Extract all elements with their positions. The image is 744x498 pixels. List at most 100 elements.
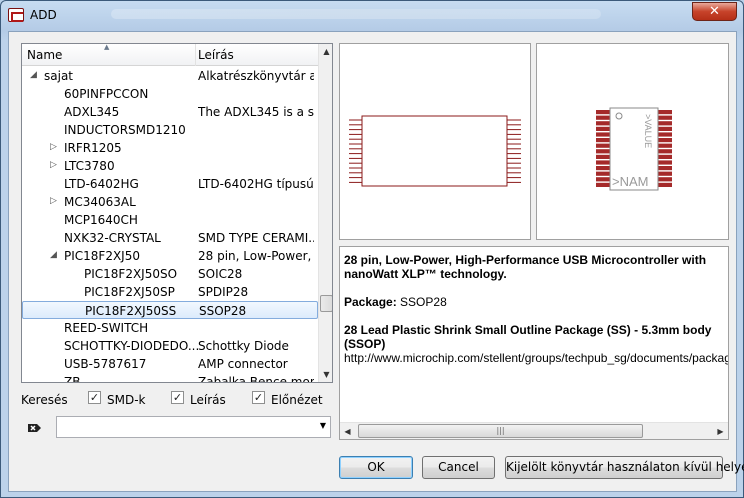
tree-row-name: LTC3780	[64, 159, 115, 173]
tree-row-name: 60PINFPCCON	[64, 87, 149, 101]
tree-row[interactable]: ▷ MC34063AL	[22, 193, 318, 211]
preview-label[interactable]: Előnézet	[271, 393, 323, 407]
symbol-pad-right	[658, 126, 672, 131]
window-title: ADD	[30, 8, 57, 22]
symbol-preview: >VALUE >NAM	[536, 43, 729, 240]
package-description-line1: 28 Lead Plastic Shrink Small Outline Pac…	[344, 323, 712, 337]
scroll-left-icon[interactable]: ◀	[340, 424, 355, 439]
description-horizontal-scrollbar[interactable]: ◀ ||| ▶	[340, 422, 728, 439]
tree-row-name: PIC18F2XJ50SS	[85, 304, 177, 318]
column-header-name[interactable]: Name	[27, 48, 62, 62]
dialog-window: ADD ✕ Name ▲ Leírás ◢ sajat Alkatrészkönyv…	[0, 0, 744, 498]
title-bar: ADD ✕	[1, 1, 743, 31]
smd-checkbox[interactable]: ✓	[88, 391, 101, 404]
tree-row-name: ZB...	[64, 375, 92, 383]
column-separator	[195, 44, 196, 66]
tree-row-description: SPDIP28	[198, 285, 249, 299]
tree-row[interactable]: NXK32-CRYSTAL SMD TYPE CERAMI...	[22, 229, 318, 247]
symbol-pad-right	[658, 171, 672, 176]
tree-row[interactable]: SCHOTTKY-DIODEDO... Schottky Diode	[22, 337, 318, 355]
tree-header: Name ▲ Leírás	[22, 44, 318, 66]
package-body	[361, 115, 508, 187]
expand-icon[interactable]: ▷	[50, 142, 57, 152]
tree-row[interactable]: ▷ IRFR1205	[22, 139, 318, 157]
tree-row-description: LTD-6402HG típusú ...	[198, 177, 314, 191]
symbol-pad-right	[658, 166, 672, 171]
symbol-pad-right	[658, 160, 672, 165]
symbol-pad-left	[596, 177, 610, 182]
expand-icon[interactable]: ▷	[50, 196, 57, 206]
symbol-pad-left	[596, 115, 610, 120]
tree-row-name: LTD-6402HG	[64, 177, 139, 191]
ok-button[interactable]: OK	[339, 456, 413, 479]
symbol-pad-right	[658, 138, 672, 143]
tree-row[interactable]: PIC18F2XJ50SS SSOP28	[22, 301, 318, 319]
collapse-icon[interactable]: ◢	[50, 250, 57, 260]
tree-row[interactable]: ADXL345 The ADXL345 is a s...	[22, 103, 318, 121]
symbol-pad-left	[596, 182, 610, 187]
symbol-pad-left	[596, 110, 610, 115]
scroll-right-icon[interactable]: ▶	[713, 424, 728, 439]
tree-row-name: MCP1640CH	[64, 213, 138, 227]
description-title-line1: 28 pin, Low-Power, High-Performance USB …	[344, 253, 707, 267]
tree-row[interactable]: USB-5787617 AMP connector	[22, 355, 318, 373]
deactivate-library-button[interactable]: Kijelölt könyvtár használaton kívül hely…	[505, 456, 744, 479]
close-button[interactable]: ✕	[692, 2, 737, 21]
tree-vertical-scrollbar[interactable]: ▲ ▼	[318, 44, 332, 382]
package-drawing	[349, 115, 521, 187]
tree-row-name: PIC18F2XJ50SO	[84, 267, 178, 281]
tree-row[interactable]: INDUCTORSMD1210	[22, 121, 318, 139]
tree-row-name: PIC18F2XJ50SP	[84, 285, 175, 299]
tree-row-name: IRFR1205	[64, 141, 122, 155]
tree-row[interactable]: LTD-6402HG LTD-6402HG típusú ...	[22, 175, 318, 193]
library-tree[interactable]: Name ▲ Leírás ◢ sajat Alkatrészkönyvtár a.…	[21, 43, 333, 383]
symbol-pad-right	[658, 177, 672, 182]
cancel-button[interactable]: Cancel	[422, 456, 495, 479]
symbol-pad-left	[596, 138, 610, 143]
chevron-down-icon[interactable]: ▼	[320, 421, 326, 430]
title-glass-blur	[111, 9, 601, 19]
symbol-pad-left	[596, 166, 610, 171]
tree-row-name: SCHOTTKY-DIODEDO...	[64, 339, 200, 353]
tree-row[interactable]: ▷ LTC3780	[22, 157, 318, 175]
scroll-up-icon[interactable]: ▲	[319, 44, 332, 59]
tree-row[interactable]: 60PINFPCCON	[22, 85, 318, 103]
search-label: Keresés	[21, 393, 68, 407]
tree-row-name: MC34063AL	[64, 195, 136, 209]
tree-row[interactable]: PIC18F2XJ50SO SOIC28	[22, 265, 318, 283]
horizontal-scroll-thumb[interactable]: |||	[358, 424, 643, 438]
description-title-line2: nanoWatt XLP™ technology.	[344, 267, 507, 281]
tree-row-description: SOIC28	[198, 267, 243, 281]
package-url[interactable]: http://www.microchip.com/stellent/groups…	[344, 351, 728, 365]
tree-row[interactable]: REED-SWITCH	[22, 319, 318, 337]
expand-icon[interactable]: ▷	[50, 160, 57, 170]
tree-row-description: AMP connector	[198, 357, 288, 371]
tree-row-name: USB-5787617	[64, 357, 147, 371]
symbol-pad-right	[658, 121, 672, 126]
scroll-thumb[interactable]	[320, 295, 332, 312]
search-combobox[interactable]: ▼	[56, 416, 331, 438]
tree-row-description: Zabalka Bence mon...	[198, 375, 314, 383]
symbol-pad-left	[596, 171, 610, 176]
smd-label[interactable]: SMD-k	[107, 393, 146, 407]
tree-row[interactable]: ◢ PIC18F2XJ50 28 pin, Low-Power, ...	[22, 247, 318, 265]
column-header-description[interactable]: Leírás	[198, 48, 234, 62]
symbol-pad-left	[596, 121, 610, 126]
scroll-down-icon[interactable]: ▼	[319, 367, 332, 382]
package-description-line2: (SSOP)	[344, 337, 386, 351]
symbol-pad-left	[596, 132, 610, 137]
symbol-pad-right	[658, 132, 672, 137]
tree-row[interactable]: PIC18F2XJ50SP SPDIP28	[22, 283, 318, 301]
package-label: Package:	[344, 295, 397, 309]
preview-checkbox[interactable]: ✓	[252, 391, 265, 404]
tree-row-description: SMD TYPE CERAMI...	[198, 231, 314, 245]
description-label[interactable]: Leírás	[190, 393, 226, 407]
symbol-pad-left	[596, 160, 610, 165]
tree-row[interactable]: MCP1640CH	[22, 211, 318, 229]
tree-row-name: ADXL345	[64, 105, 120, 119]
tree-row[interactable]: ◢ sajat Alkatrészkönyvtár a...	[22, 67, 318, 85]
collapse-icon[interactable]: ◢	[30, 70, 37, 80]
description-checkbox[interactable]: ✓	[171, 391, 184, 404]
package-value: SSOP28	[400, 295, 447, 309]
tree-row[interactable]: ZB... Zabalka Bence mon...	[22, 373, 318, 383]
